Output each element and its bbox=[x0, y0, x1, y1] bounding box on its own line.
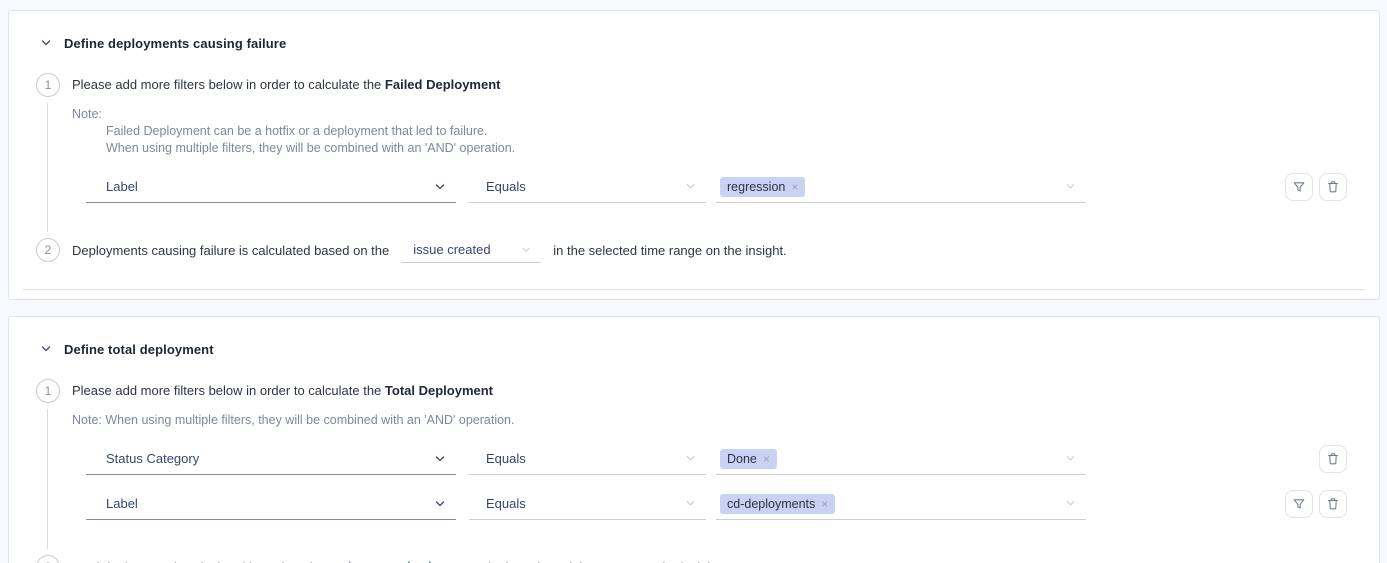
funnel-icon bbox=[1292, 497, 1306, 511]
sentence-suffix: in the selected time range on the insigh… bbox=[553, 239, 786, 263]
collapse-chevron-icon[interactable] bbox=[38, 341, 54, 357]
field-select-value: Label bbox=[106, 179, 138, 194]
panel-title: Define deployments causing failure bbox=[64, 36, 286, 51]
step-2: 2 Deployments causing failure is calcula… bbox=[9, 238, 1379, 263]
value-tag: Done × bbox=[720, 449, 777, 469]
step-number-badge: 2 bbox=[36, 555, 60, 563]
field-select-value: Label bbox=[106, 496, 138, 511]
calculation-sentence: Total deployment is calculated based on … bbox=[72, 555, 1379, 563]
chevron-down-icon bbox=[684, 497, 697, 510]
field-select[interactable]: Status Category bbox=[86, 443, 456, 475]
chevron-down-icon bbox=[433, 452, 447, 466]
chevron-down-icon bbox=[520, 244, 532, 256]
note-label: Note: bbox=[72, 106, 1379, 123]
step-1: 1 Please add more filters below in order… bbox=[9, 73, 1379, 204]
panel-title: Define total deployment bbox=[64, 342, 214, 357]
panel-define-deployments-causing-failure: Define deployments causing failure 1 Ple… bbox=[8, 10, 1380, 300]
calculation-sentence: Deployments causing failure is calculate… bbox=[72, 238, 1379, 263]
trash-icon bbox=[1326, 497, 1340, 511]
sentence-suffix: in the selected time range on the insigh… bbox=[488, 556, 721, 563]
value-tag: cd-deployments × bbox=[720, 494, 835, 514]
operator-select[interactable]: Equals bbox=[469, 443, 706, 475]
field-select-value: Status Category bbox=[106, 451, 199, 466]
panel-define-total-deployment: Define total deployment 1 Please add mor… bbox=[8, 316, 1380, 563]
chevron-down-icon bbox=[433, 497, 447, 511]
delete-button[interactable] bbox=[1319, 490, 1347, 518]
field-select[interactable]: Label bbox=[86, 171, 456, 203]
note-line: Note: When using multiple filters, they … bbox=[72, 412, 1379, 429]
row-actions bbox=[1285, 490, 1347, 518]
step-number-badge: 1 bbox=[36, 73, 60, 97]
chevron-down-icon bbox=[1064, 452, 1077, 465]
page: Define deployments causing failure 1 Ple… bbox=[0, 0, 1387, 563]
divider bbox=[23, 289, 1365, 290]
operator-select-value: Equals bbox=[486, 179, 526, 194]
panel-header: Define deployments causing failure bbox=[9, 11, 1379, 51]
remove-tag-icon[interactable]: × bbox=[763, 453, 770, 465]
operator-select-value: Equals bbox=[486, 496, 526, 511]
remove-tag-icon[interactable]: × bbox=[791, 181, 798, 193]
delete-button[interactable] bbox=[1319, 173, 1347, 201]
filter-row: Label Equals bbox=[72, 170, 1379, 204]
event-type-select[interactable]: issue resolved bbox=[336, 555, 476, 563]
chevron-down-icon bbox=[684, 180, 697, 193]
step-1: 1 Please add more filters below in order… bbox=[9, 379, 1379, 521]
instruction-text: Please add more filters below in order t… bbox=[72, 383, 381, 398]
instruction-metric-name: Total Deployment bbox=[385, 383, 493, 398]
step-instruction: Please add more filters below in order t… bbox=[72, 73, 1379, 97]
sentence-prefix: Total deployment is calculated based on … bbox=[72, 556, 324, 563]
field-select[interactable]: Label bbox=[86, 488, 456, 520]
trash-icon bbox=[1326, 452, 1340, 466]
funnel-icon bbox=[1292, 180, 1306, 194]
row-actions bbox=[1285, 173, 1347, 201]
sentence-prefix: Deployments causing failure is calculate… bbox=[72, 239, 389, 263]
value-tag-label: regression bbox=[727, 180, 785, 194]
filter-row: Label Equals bbox=[72, 487, 1379, 521]
filter-button[interactable] bbox=[1285, 490, 1313, 518]
chevron-down-icon bbox=[684, 452, 697, 465]
trash-icon bbox=[1326, 180, 1340, 194]
event-type-select[interactable]: issue created bbox=[401, 238, 541, 263]
value-tag-label: Done bbox=[727, 452, 757, 466]
note-line: When using multiple filters, they will b… bbox=[106, 140, 1379, 157]
step-connector-line bbox=[47, 103, 48, 232]
value-tag: regression × bbox=[720, 177, 805, 197]
value-select[interactable]: regression × bbox=[716, 171, 1086, 203]
instruction-text: Please add more filters below in order t… bbox=[72, 77, 381, 92]
filter-rows: Status Category Equals bbox=[72, 442, 1379, 521]
step-number-badge: 2 bbox=[36, 238, 60, 262]
chevron-down-icon bbox=[1064, 180, 1077, 193]
remove-tag-icon[interactable]: × bbox=[821, 498, 828, 510]
value-select[interactable]: cd-deployments × bbox=[716, 488, 1086, 520]
chevron-down-icon bbox=[433, 180, 447, 194]
collapse-chevron-icon[interactable] bbox=[38, 35, 54, 51]
value-select[interactable]: Done × bbox=[716, 443, 1086, 475]
chevron-down-icon bbox=[1064, 497, 1077, 510]
filter-button[interactable] bbox=[1285, 173, 1313, 201]
delete-button[interactable] bbox=[1319, 445, 1347, 473]
operator-select-value: Equals bbox=[486, 451, 526, 466]
instruction-metric-name: Failed Deployment bbox=[385, 77, 501, 92]
operator-select[interactable]: Equals bbox=[469, 171, 706, 203]
panel-header: Define total deployment bbox=[9, 317, 1379, 357]
filter-row: Status Category Equals bbox=[72, 442, 1379, 476]
event-type-value: issue resolved bbox=[348, 555, 431, 563]
step-instruction: Please add more filters below in order t… bbox=[72, 379, 1379, 403]
row-actions bbox=[1319, 445, 1347, 473]
note-line: Failed Deployment can be a hotfix or a d… bbox=[106, 123, 1379, 140]
step-2: 2 Total deployment is calculated based o… bbox=[9, 555, 1379, 563]
filter-rows: Label Equals bbox=[72, 170, 1379, 204]
value-tag-label: cd-deployments bbox=[727, 497, 815, 511]
step-connector-line bbox=[47, 409, 48, 549]
step-number-badge: 1 bbox=[36, 379, 60, 403]
event-type-value: issue created bbox=[413, 238, 490, 262]
operator-select[interactable]: Equals bbox=[469, 488, 706, 520]
